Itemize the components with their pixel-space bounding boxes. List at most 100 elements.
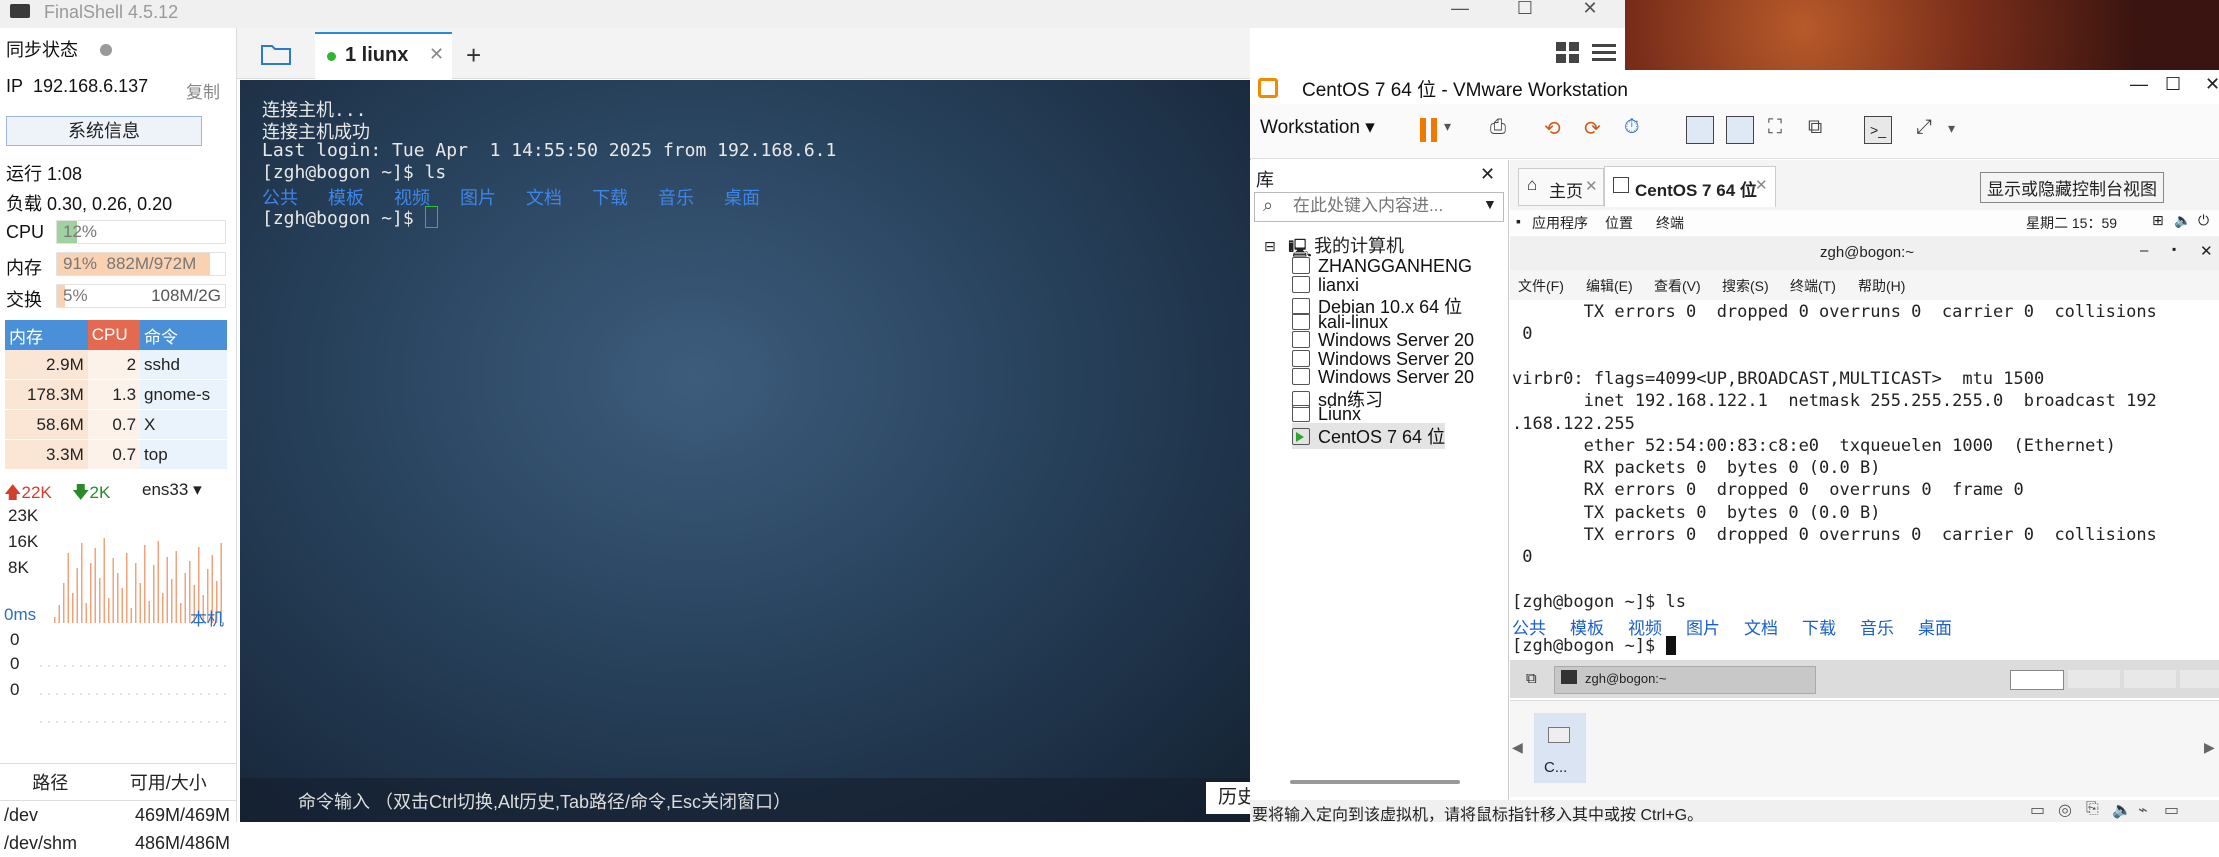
disk-row[interactable]: /dev/shm 486M/486M [0, 829, 236, 857]
net-bar [67, 553, 69, 623]
tab-close-icon[interactable]: ✕ [1585, 177, 1598, 195]
minimize-button[interactable]: — [1440, 0, 1480, 20]
process-row[interactable]: 58.6M 0.7 X [5, 409, 227, 440]
ping-host[interactable]: 本机 [190, 605, 224, 630]
tab-close-icon[interactable]: ✕ [429, 44, 444, 65]
fullscreen-icon[interactable]: ⛶ [1768, 116, 1782, 139]
guest-terminal-menu[interactable]: 终端 [1656, 213, 1684, 233]
thumbnail-bar-icon[interactable] [1726, 116, 1754, 144]
guest-maximize-button[interactable]: ▪ [2172, 242, 2176, 256]
snapshot-icon[interactable]: ⟲ [1544, 116, 1561, 141]
swap-percent: 5% [63, 286, 88, 305]
copy-ip-button[interactable]: 复制 [186, 78, 220, 103]
thumbnail-bar: ◀ C... ▶ [1510, 700, 2219, 797]
library-view-icon[interactable] [1686, 116, 1714, 144]
library-search[interactable]: ⌕ ▼ [1254, 192, 1504, 222]
guest-minimize-button[interactable]: – [2140, 242, 2148, 259]
disk-path: /dev [4, 804, 39, 825]
menu-icon[interactable] [1592, 42, 1616, 64]
disk-header-path[interactable]: 路径 [0, 763, 101, 801]
process-row[interactable]: 2.9M 2 sshd [5, 350, 227, 380]
sound-icon[interactable]: 🔈 [2112, 800, 2132, 820]
chevron-down-icon: ▾ [193, 480, 202, 499]
menu-search[interactable]: 搜索(S) [1722, 276, 1769, 296]
hdd-icon[interactable]: ▭ [2030, 800, 2045, 820]
proc-header-cmd[interactable]: 命令 [140, 320, 227, 350]
vm-close-button[interactable]: ✕ [2205, 74, 2219, 95]
net-bar [72, 593, 74, 623]
system-info-button[interactable]: 系统信息 [6, 116, 202, 146]
network-icon[interactable]: ⊞ [2152, 212, 2164, 229]
library-close-icon[interactable]: ✕ [1480, 164, 1495, 185]
menu-terminal[interactable]: 终端(T) [1790, 276, 1836, 296]
scroll-left-icon[interactable]: ◀ [1512, 739, 1523, 756]
process-row[interactable]: 3.3M 0.7 top [5, 439, 227, 470]
show-desktop-icon[interactable]: ⧉ [1526, 670, 1537, 687]
usb-icon[interactable]: ⌁ [2138, 800, 2148, 820]
maximize-button[interactable]: ☐ [1505, 0, 1545, 20]
menu-file[interactable]: 文件(F) [1518, 276, 1564, 296]
net-interface-select[interactable]: ens33 ▾ [142, 480, 202, 500]
volume-icon[interactable]: 🔈 [2174, 212, 2191, 229]
vm-maximize-button[interactable]: ☐ [2165, 74, 2181, 95]
library-search-input[interactable] [1291, 195, 1465, 217]
guest-clock: 星期二 15：59 [2026, 215, 2118, 231]
new-tab-button[interactable]: + [466, 40, 481, 71]
chevron-down-icon[interactable]: ▾ [1444, 118, 1451, 135]
revert-snapshot-icon[interactable]: ⟳ [1584, 116, 1601, 141]
scroll-right-icon[interactable]: ▶ [2204, 739, 2215, 756]
process-cmd: top [140, 439, 227, 470]
process-mem: 58.6M [5, 409, 88, 440]
vm-thumbnail[interactable]: C... [1534, 713, 1586, 783]
chevron-down-icon[interactable]: ▾ [1948, 120, 1955, 137]
send-keys-icon[interactable]: ⎙ [1490, 116, 1506, 139]
process-mem: 2.9M [5, 350, 88, 380]
guest-terminal-output[interactable]: TX errors 0 dropped 0 overruns 0 carrier… [1510, 300, 2219, 660]
snapshot-manager-icon[interactable]: ⏱ [1624, 116, 1640, 139]
guest-applications-menu[interactable]: 应用程序 [1532, 213, 1588, 233]
network-adapter-icon[interactable]: ⎘ [2086, 800, 2099, 818]
grid-view-icon[interactable] [1556, 42, 1580, 64]
scrollbar[interactable] [1290, 780, 1460, 784]
pause-icon[interactable] [1420, 118, 1426, 142]
console-view-icon[interactable]: >_ [1864, 116, 1892, 144]
tree-root-my-computer[interactable]: 我的计算机 [1314, 232, 1404, 258]
tab-close-icon[interactable]: ✕ [1755, 176, 1768, 194]
folder-icon[interactable] [260, 42, 292, 66]
display-icon[interactable]: ▭ [2164, 800, 2179, 820]
taskbar-terminal-item[interactable]: zgh@bogon:~ [1554, 666, 1816, 694]
tab-session[interactable]: 1 liunx ✕ [315, 32, 452, 80]
menu-help[interactable]: 帮助(H) [1858, 276, 1905, 296]
guest-close-button[interactable]: ✕ [2200, 242, 2213, 260]
stretch-icon[interactable]: ⤢ [1916, 116, 1932, 139]
workspace-1[interactable] [2010, 670, 2064, 690]
guest-places-menu[interactable]: 位置 [1605, 213, 1633, 233]
disk-row[interactable]: /dev 469M/469M [0, 801, 236, 830]
collapse-icon[interactable]: ⊟ [1264, 238, 1276, 255]
unity-icon[interactable]: ⧉ [1808, 116, 1822, 139]
workstation-menu[interactable]: Workstation ▾ [1260, 116, 1375, 139]
vm-tree-item[interactable]: CentOS 7 64 位 [1292, 422, 1446, 449]
power-icon[interactable]: ⏻ [2198, 212, 2209, 229]
chevron-down-icon[interactable]: ▼ [1483, 196, 1497, 212]
disk-header-size[interactable]: 可用/大小 [100, 763, 236, 801]
cd-icon[interactable]: ◎ [2058, 800, 2072, 820]
workspace-4[interactable] [2180, 670, 2219, 688]
tab-home[interactable]: ⌂ 主页 ✕ [1518, 168, 1604, 206]
vm-minimize-button[interactable]: — [2130, 74, 2148, 95]
cursor-icon [1665, 636, 1676, 655]
proc-header-cpu[interactable]: CPU [87, 320, 141, 350]
menu-edit[interactable]: 编辑(E) [1586, 276, 1633, 296]
tab-centos[interactable]: CentOS 7 64 位 ✕ [1604, 166, 1776, 207]
command-input-bar[interactable]: 命令输入 （双击Ctrl切换,Alt历史,Tab路径/命令,Esc关闭窗口） 历… [240, 778, 1278, 822]
process-row[interactable]: 178.3M 1.3 gnome-s [5, 379, 227, 410]
guest-terminal-line: TX packets 0 bytes 0 (0.0 B) [1512, 502, 1881, 523]
sync-status-dot-icon [100, 44, 112, 56]
proc-header-mem[interactable]: 内存 [5, 320, 88, 350]
close-window-button[interactable]: ✕ [1570, 0, 1610, 20]
workspace-2[interactable] [2068, 670, 2120, 688]
workspace-3[interactable] [2124, 670, 2176, 688]
menu-view[interactable]: 查看(V) [1654, 276, 1701, 296]
cpu-percent: 12% [63, 222, 98, 241]
terminal-area[interactable]: 连接主机... 连接主机成功 Last login: Tue Apr 1 14:… [240, 80, 1250, 822]
